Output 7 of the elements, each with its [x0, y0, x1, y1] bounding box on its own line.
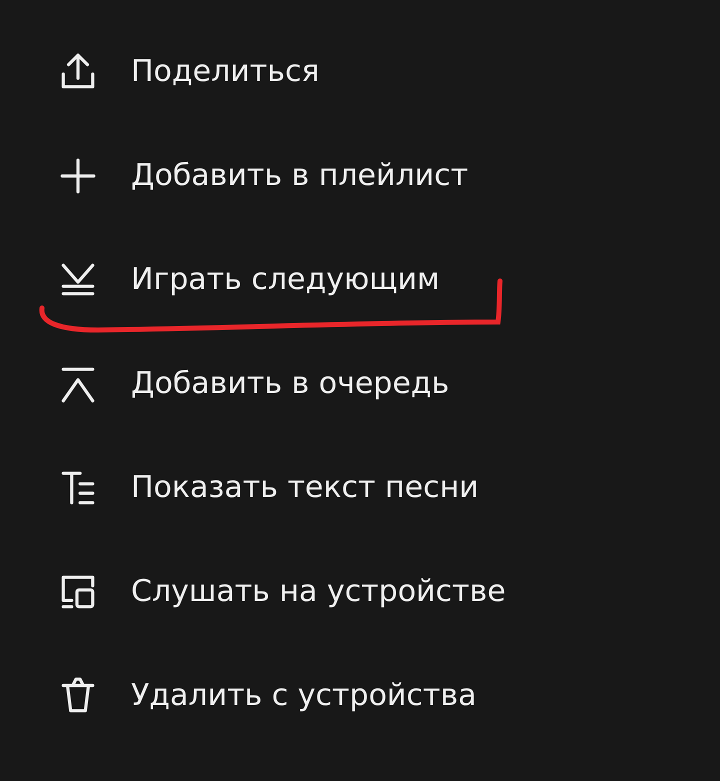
menu-item[interactable]: Поделиться	[131, 54, 320, 90]
menu-item[interactable]: Слушать на устройстве	[131, 574, 506, 610]
menu-item[interactable]: Удалить с устройства	[131, 678, 476, 714]
menu-item[interactable]: Добавить в плейлист	[131, 158, 468, 194]
menu-item[interactable]: Добавить в очередь	[131, 366, 450, 402]
menu-item[interactable]: Показать текст песни	[131, 470, 479, 506]
menu-item[interactable]: Играть следующим	[131, 262, 440, 298]
